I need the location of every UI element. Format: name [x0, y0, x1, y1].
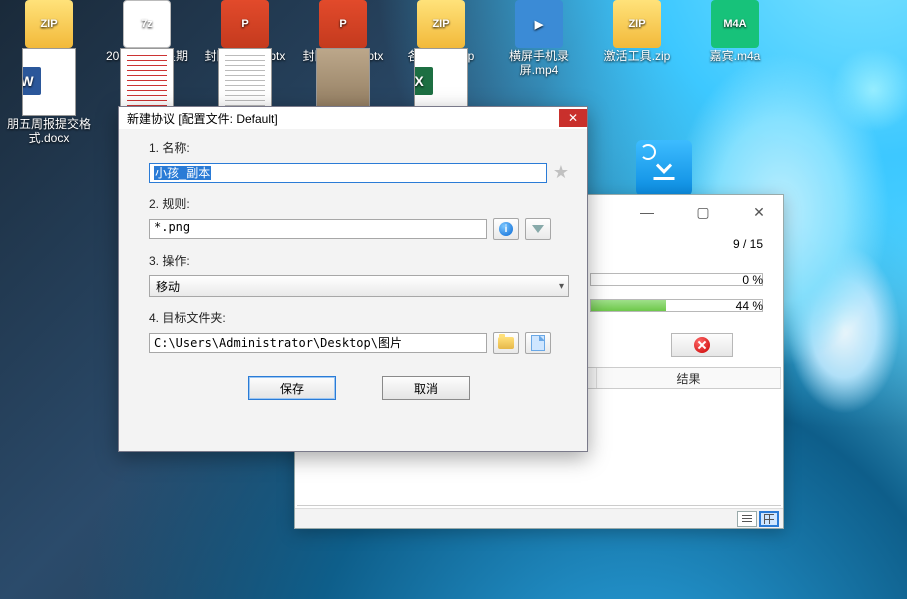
table-header-result[interactable]: 结果 [597, 368, 781, 388]
minimize-button[interactable]: — [627, 201, 667, 223]
desktop-icon[interactable]: W 朋五周报提交格式.docx [0, 48, 98, 146]
desktop-icon[interactable]: ▶横屏手机录屏.mp4 [490, 0, 588, 78]
desktop-icon[interactable]: ZIP 激活工具.zip [588, 0, 686, 78]
error-icon [694, 337, 710, 353]
icon-label: 激活工具.zip [588, 50, 686, 64]
info-icon: i [499, 222, 513, 236]
file-type-icon: ZIP [613, 0, 661, 48]
maximize-button[interactable]: ▢ [683, 201, 723, 223]
funnel-icon [532, 225, 544, 233]
file-type-icon: M4A [711, 0, 759, 48]
file-type-icon: ZIP [417, 0, 465, 48]
progress-pct-2: 44 % [736, 299, 763, 313]
favorite-icon[interactable]: ★ [553, 162, 569, 183]
progress-bar-1 [590, 273, 763, 286]
target-notes-button[interactable] [525, 332, 551, 354]
browse-folder-button[interactable] [493, 332, 519, 354]
progress-pct-1: 0 % [742, 273, 763, 287]
file-type-icon: 7z [123, 0, 171, 48]
save-button[interactable]: 保存 [248, 376, 336, 400]
icon-label: 朋五周报提交格式.docx [0, 118, 98, 146]
rule-filter-button[interactable] [525, 218, 551, 240]
app-badge-icon: W [22, 67, 41, 95]
action-label: 3. 操作: [149, 252, 569, 269]
name-label: 1. 名称: [149, 139, 569, 156]
view-grid-button[interactable] [759, 511, 779, 527]
chevron-down-icon: ▾ [559, 281, 564, 292]
close-button[interactable]: ✕ [739, 201, 779, 223]
rule-info-button[interactable]: i [493, 218, 519, 240]
desktop-icon[interactable]: M4A 嘉宾.m4a [686, 0, 784, 78]
action-select[interactable]: 移动 ▾ [149, 275, 569, 297]
action-value: 移动 [156, 278, 180, 295]
target-label: 4. 目标文件夹: [149, 309, 569, 326]
file-type-icon: P [319, 0, 367, 48]
file-type-icon: P [221, 0, 269, 48]
note-icon [531, 335, 545, 351]
new-protocol-dialog: 新建协议 [配置文件: Default] ✕ 1. 名称: 小孩_副本 ★ 2.… [118, 106, 588, 452]
abort-button[interactable] [671, 333, 733, 357]
target-input[interactable]: C:\Users\Administrator\Desktop\图片 [149, 333, 487, 353]
rule-label: 2. 规则: [149, 195, 569, 212]
rule-input[interactable]: *.png [149, 219, 487, 239]
counter-label: 9 / 15 [733, 237, 763, 251]
dialog-close-button[interactable]: ✕ [559, 109, 587, 127]
file-type-icon: ZIP [25, 0, 73, 48]
icon-label: 横屏手机录屏.mp4 [490, 50, 588, 78]
dialog-title: 新建协议 [配置文件: Default] [127, 110, 278, 127]
view-list-button[interactable] [737, 511, 757, 527]
file-type-icon: ▶ [515, 0, 563, 48]
cancel-button[interactable]: 取消 [382, 376, 470, 400]
folder-icon [498, 337, 514, 349]
file-thumb: W [22, 48, 76, 116]
download-gadget[interactable] [636, 140, 692, 196]
refresh-icon [640, 144, 656, 160]
app-badge-icon: X [414, 67, 433, 95]
icon-label: 嘉宾.m4a [686, 50, 784, 64]
name-input[interactable]: 小孩_副本 [149, 163, 547, 183]
